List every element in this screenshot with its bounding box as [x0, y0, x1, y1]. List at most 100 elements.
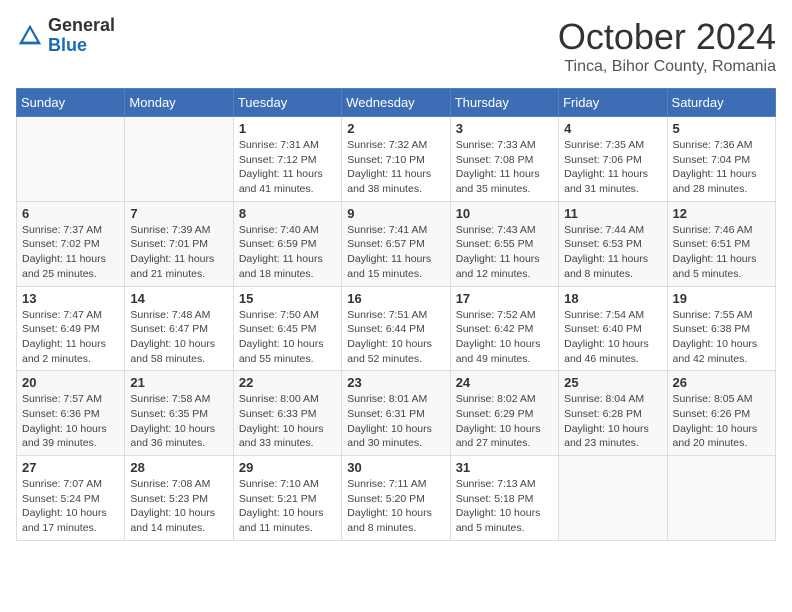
location: Tinca, Bihor County, Romania [558, 58, 776, 76]
day-number: 7 [130, 206, 227, 221]
day-info: Sunrise: 7:58 AM Sunset: 6:35 PM Dayligh… [130, 392, 227, 451]
day-info: Sunrise: 7:32 AM Sunset: 7:10 PM Dayligh… [347, 138, 444, 197]
calendar-cell: 10 Sunrise: 7:43 AM Sunset: 6:55 PM Dayli… [450, 201, 558, 286]
calendar-cell: 16 Sunrise: 7:51 AM Sunset: 6:44 PM Dayli… [342, 286, 450, 371]
calendar-cell: 4Sunrise: 7:35 AM Sunset: 7:06 PM Daylig… [559, 117, 667, 202]
logo-blue: Blue [48, 36, 115, 56]
title-block: October 2024 Tinca, Bihor County, Romani… [558, 16, 776, 76]
day-info: Sunrise: 7:07 AM Sunset: 5:24 PM Dayligh… [22, 477, 119, 536]
calendar-cell: 17Sunrise: 7:52 AM Sunset: 6:42 PM Dayli… [450, 286, 558, 371]
calendar-cell: 19Sunrise: 7:55 AM Sunset: 6:38 PM Dayli… [667, 286, 775, 371]
calendar-cell: 31 Sunrise: 7:13 AM Sunset: 5:18 PM Dayli… [450, 456, 558, 541]
weekday-header-thursday: Thursday [450, 89, 558, 117]
day-number: 2 [347, 121, 444, 136]
day-number: 16 [347, 291, 444, 306]
calendar-cell: 22 Sunrise: 8:00 AM Sunset: 6:33 PM Dayli… [233, 371, 341, 456]
day-number: 6 [22, 206, 119, 221]
logo-icon [16, 22, 44, 50]
day-number: 22 [239, 375, 336, 390]
calendar-cell: 3Sunrise: 7:33 AM Sunset: 7:08 PM Daylig… [450, 117, 558, 202]
day-info: Sunrise: 7:13 AM Sunset: 5:18 PM Dayligh… [456, 477, 553, 536]
day-info: Sunrise: 7:35 AM Sunset: 7:06 PM Dayligh… [564, 138, 661, 197]
day-info: Sunrise: 7:36 AM Sunset: 7:04 PM Dayligh… [673, 138, 770, 197]
day-number: 20 [22, 375, 119, 390]
calendar-cell: 7Sunrise: 7:39 AM Sunset: 7:01 PM Daylig… [125, 201, 233, 286]
calendar-cell: 8 Sunrise: 7:40 AM Sunset: 6:59 PM Daylig… [233, 201, 341, 286]
calendar-cell: 13Sunrise: 7:47 AM Sunset: 6:49 PM Dayli… [17, 286, 125, 371]
day-info: Sunrise: 7:50 AM Sunset: 6:45 PM Dayligh… [239, 308, 336, 367]
calendar-cell: 23 Sunrise: 8:01 AM Sunset: 6:31 PM Dayli… [342, 371, 450, 456]
calendar-cell: 21 Sunrise: 7:58 AM Sunset: 6:35 PM Dayli… [125, 371, 233, 456]
calendar-cell [667, 456, 775, 541]
month-title: October 2024 [558, 16, 776, 58]
day-info: Sunrise: 8:01 AM Sunset: 6:31 PM Dayligh… [347, 392, 444, 451]
week-row-3: 13Sunrise: 7:47 AM Sunset: 6:49 PM Dayli… [17, 286, 776, 371]
day-number: 28 [130, 460, 227, 475]
weekday-header-wednesday: Wednesday [342, 89, 450, 117]
day-number: 24 [456, 375, 553, 390]
day-info: Sunrise: 7:41 AM Sunset: 6:57 PM Dayligh… [347, 223, 444, 282]
day-number: 14 [130, 291, 227, 306]
week-row-5: 27 Sunrise: 7:07 AM Sunset: 5:24 PM Dayli… [17, 456, 776, 541]
page-header: General Blue October 2024 Tinca, Bihor C… [16, 16, 776, 76]
day-number: 15 [239, 291, 336, 306]
day-number: 12 [673, 206, 770, 221]
day-info: Sunrise: 7:33 AM Sunset: 7:08 PM Dayligh… [456, 138, 553, 197]
day-info: Sunrise: 8:00 AM Sunset: 6:33 PM Dayligh… [239, 392, 336, 451]
logo: General Blue [16, 16, 115, 56]
day-info: Sunrise: 7:57 AM Sunset: 6:36 PM Dayligh… [22, 392, 119, 451]
day-info: Sunrise: 7:08 AM Sunset: 5:23 PM Dayligh… [130, 477, 227, 536]
calendar-cell: 9 Sunrise: 7:41 AM Sunset: 6:57 PM Daylig… [342, 201, 450, 286]
weekday-header-sunday: Sunday [17, 89, 125, 117]
day-info: Sunrise: 7:48 AM Sunset: 6:47 PM Dayligh… [130, 308, 227, 367]
day-number: 29 [239, 460, 336, 475]
day-info: Sunrise: 7:55 AM Sunset: 6:38 PM Dayligh… [673, 308, 770, 367]
calendar-cell: 26Sunrise: 8:05 AM Sunset: 6:26 PM Dayli… [667, 371, 775, 456]
calendar-cell: 29 Sunrise: 7:10 AM Sunset: 5:21 PM Dayli… [233, 456, 341, 541]
day-number: 8 [239, 206, 336, 221]
calendar-cell: 28 Sunrise: 7:08 AM Sunset: 5:23 PM Dayli… [125, 456, 233, 541]
day-info: Sunrise: 7:54 AM Sunset: 6:40 PM Dayligh… [564, 308, 661, 367]
calendar-cell [17, 117, 125, 202]
day-number: 9 [347, 206, 444, 221]
calendar-cell: 6 Sunrise: 7:37 AM Sunset: 7:02 PM Daylig… [17, 201, 125, 286]
calendar-cell: 24Sunrise: 8:02 AM Sunset: 6:29 PM Dayli… [450, 371, 558, 456]
calendar-cell: 30Sunrise: 7:11 AM Sunset: 5:20 PM Dayli… [342, 456, 450, 541]
day-number: 11 [564, 206, 661, 221]
day-number: 18 [564, 291, 661, 306]
day-info: Sunrise: 7:43 AM Sunset: 6:55 PM Dayligh… [456, 223, 553, 282]
day-number: 13 [22, 291, 119, 306]
week-row-4: 20 Sunrise: 7:57 AM Sunset: 6:36 PM Dayli… [17, 371, 776, 456]
calendar-cell: 25 Sunrise: 8:04 AM Sunset: 6:28 PM Dayli… [559, 371, 667, 456]
calendar-cell: 27 Sunrise: 7:07 AM Sunset: 5:24 PM Dayli… [17, 456, 125, 541]
day-number: 21 [130, 375, 227, 390]
weekday-header-friday: Friday [559, 89, 667, 117]
day-info: Sunrise: 7:10 AM Sunset: 5:21 PM Dayligh… [239, 477, 336, 536]
day-number: 27 [22, 460, 119, 475]
day-number: 23 [347, 375, 444, 390]
day-info: Sunrise: 8:05 AM Sunset: 6:26 PM Dayligh… [673, 392, 770, 451]
day-number: 25 [564, 375, 661, 390]
calendar-cell: 20 Sunrise: 7:57 AM Sunset: 6:36 PM Dayli… [17, 371, 125, 456]
week-row-2: 6 Sunrise: 7:37 AM Sunset: 7:02 PM Daylig… [17, 201, 776, 286]
day-number: 31 [456, 460, 553, 475]
calendar-cell: 18 Sunrise: 7:54 AM Sunset: 6:40 PM Dayli… [559, 286, 667, 371]
logo-general: General [48, 16, 115, 36]
week-row-1: 1Sunrise: 7:31 AM Sunset: 7:12 PM Daylig… [17, 117, 776, 202]
calendar-cell [125, 117, 233, 202]
day-info: Sunrise: 8:04 AM Sunset: 6:28 PM Dayligh… [564, 392, 661, 451]
calendar-cell: 12 Sunrise: 7:46 AM Sunset: 6:51 PM Dayli… [667, 201, 775, 286]
day-number: 17 [456, 291, 553, 306]
day-info: Sunrise: 7:51 AM Sunset: 6:44 PM Dayligh… [347, 308, 444, 367]
day-info: Sunrise: 7:37 AM Sunset: 7:02 PM Dayligh… [22, 223, 119, 282]
day-number: 5 [673, 121, 770, 136]
calendar-cell: 11 Sunrise: 7:44 AM Sunset: 6:53 PM Dayli… [559, 201, 667, 286]
day-info: Sunrise: 7:40 AM Sunset: 6:59 PM Dayligh… [239, 223, 336, 282]
logo-text: General Blue [48, 16, 115, 56]
calendar-table: SundayMondayTuesdayWednesdayThursdayFrid… [16, 88, 776, 541]
weekday-header-monday: Monday [125, 89, 233, 117]
day-number: 10 [456, 206, 553, 221]
day-info: Sunrise: 7:44 AM Sunset: 6:53 PM Dayligh… [564, 223, 661, 282]
day-info: Sunrise: 7:46 AM Sunset: 6:51 PM Dayligh… [673, 223, 770, 282]
day-number: 1 [239, 121, 336, 136]
